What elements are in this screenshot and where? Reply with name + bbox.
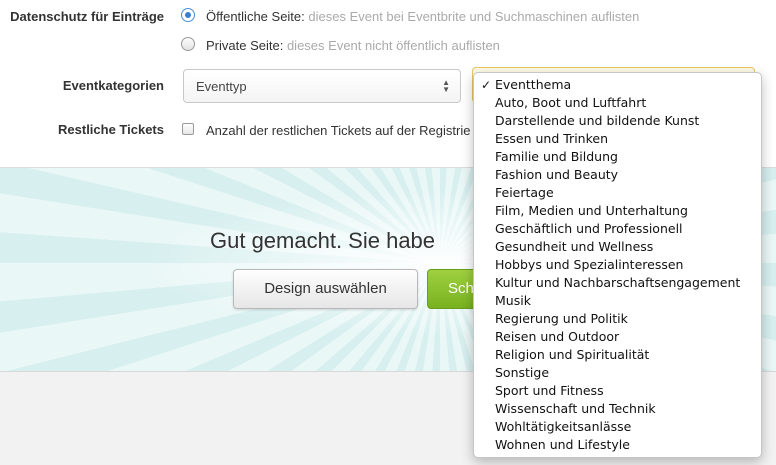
dropdown-item[interactable]: Wohltätigkeitsanlässe	[474, 418, 761, 436]
dropdown-item-label: Fashion und Beauty	[495, 167, 619, 182]
dropdown-item[interactable]: Familie und Bildung	[474, 148, 761, 166]
choose-design-button[interactable]: Design auswählen	[233, 269, 418, 309]
dropdown-item-label: Familie und Bildung	[495, 149, 618, 164]
dropdown-item[interactable]: Auto, Boot und Luftfahrt	[474, 94, 761, 112]
dropdown-item[interactable]: Reisen und Outdoor	[474, 328, 761, 346]
public-option-desc: dieses Event bei Eventbrite und Suchmasc…	[308, 9, 640, 24]
dropdown-item-label: Gesundheit und Wellness	[495, 239, 654, 254]
private-option[interactable]: Private Seite: dieses Event nicht öffent…	[206, 38, 500, 53]
banner-title: Gut gemacht. Sie habe	[210, 228, 436, 253]
event-type-select[interactable]: Eventtyp ▲ ▼	[183, 69, 461, 103]
dropdown-item-label: Darstellende und bildende Kunst	[495, 113, 700, 128]
dropdown-item-label: Eventthema	[495, 77, 572, 92]
dropdown-item[interactable]: Essen und Trinken	[474, 130, 761, 148]
public-option-label: Öffentliche Seite:	[206, 9, 305, 24]
public-option[interactable]: Öffentliche Seite: dieses Event bei Even…	[206, 9, 639, 24]
dropdown-item-label: Wohnen und Lifestyle	[495, 437, 630, 452]
dropdown-item[interactable]: Hobbys und Spezialinteressen	[474, 256, 761, 274]
categories-label: Eventkategorien	[62, 78, 164, 93]
dropdown-item-label: Reisen und Outdoor	[495, 329, 620, 344]
dropdown-item[interactable]: Wissenschaft und Technik	[474, 400, 761, 418]
dropdown-item-selected[interactable]: ✓ Eventthema	[474, 76, 761, 94]
private-option-desc: dieses Event nicht öffentlich auflisten	[286, 38, 500, 53]
dropdown-item-label: Musik	[495, 293, 531, 308]
remaining-tickets-checkbox[interactable]	[182, 123, 194, 135]
dropdown-item-label: Sport und Fitness	[495, 383, 604, 398]
dropdown-item-label: Wohltätigkeitsanlässe	[495, 419, 632, 434]
dropdown-item[interactable]: Feiertage	[474, 184, 761, 202]
dropdown-item[interactable]: Musik	[474, 292, 761, 310]
dropdown-item[interactable]: Darstellende und bildende Kunst	[474, 112, 761, 130]
event-type-value: Eventtyp	[196, 79, 247, 94]
dropdown-item[interactable]: Religion und Spiritualität	[474, 346, 761, 364]
remaining-tickets-text[interactable]: Anzahl der restlichen Tickets auf der Re…	[206, 123, 470, 138]
select-arrows-icon: ▲ ▼	[442, 78, 450, 94]
tickets-label: Restliche Tickets	[58, 122, 164, 137]
dropdown-item-label: Essen und Trinken	[495, 131, 609, 146]
dropdown-list: ✓ Eventthema Auto, Boot und Luftfahrt Darst…	[474, 76, 761, 454]
dropdown-item-label: Regierung und Politik	[495, 311, 628, 326]
dropdown-item[interactable]: Film, Medien und Unterhaltung	[474, 202, 761, 220]
private-radio[interactable]	[181, 37, 195, 51]
dropdown-item-label: Religion und Spiritualität	[495, 347, 650, 362]
public-radio[interactable]	[181, 8, 195, 22]
dropdown-item[interactable]: Sport und Fitness	[474, 382, 761, 400]
dropdown-item-label: Hobbys und Spezialinteressen	[495, 257, 684, 272]
dropdown-item[interactable]: Fashion und Beauty	[474, 166, 761, 184]
dropdown-item-label: Wissenschaft und Technik	[495, 401, 656, 416]
dropdown-item[interactable]: Regierung und Politik	[474, 310, 761, 328]
dropdown-item[interactable]: Geschäftlich und Professionell	[474, 220, 761, 238]
event-topic-dropdown[interactable]: ✓ Eventthema Auto, Boot und Luftfahrt Darst…	[473, 72, 762, 458]
dropdown-item[interactable]: Kultur und Nachbarschaftsengagement	[474, 274, 761, 292]
dropdown-item-label: Kultur und Nachbarschaftsengagement	[495, 275, 741, 290]
dropdown-item[interactable]: Sonstige	[474, 364, 761, 382]
private-option-label: Private Seite:	[206, 38, 284, 53]
dropdown-item-label: Feiertage	[495, 185, 554, 200]
dropdown-item-label: Film, Medien und Unterhaltung	[495, 203, 688, 218]
dropdown-item[interactable]: Wohnen und Lifestyle	[474, 436, 761, 454]
dropdown-item-label: Geschäftlich und Professionell	[495, 221, 683, 236]
checkmark-icon: ✓	[481, 78, 492, 92]
dropdown-item[interactable]: Gesundheit und Wellness	[474, 238, 761, 256]
dropdown-item-label: Sonstige	[495, 365, 550, 380]
privacy-label: Datenschutz für Einträge	[10, 9, 164, 24]
dropdown-item-label: Auto, Boot und Luftfahrt	[495, 95, 647, 110]
